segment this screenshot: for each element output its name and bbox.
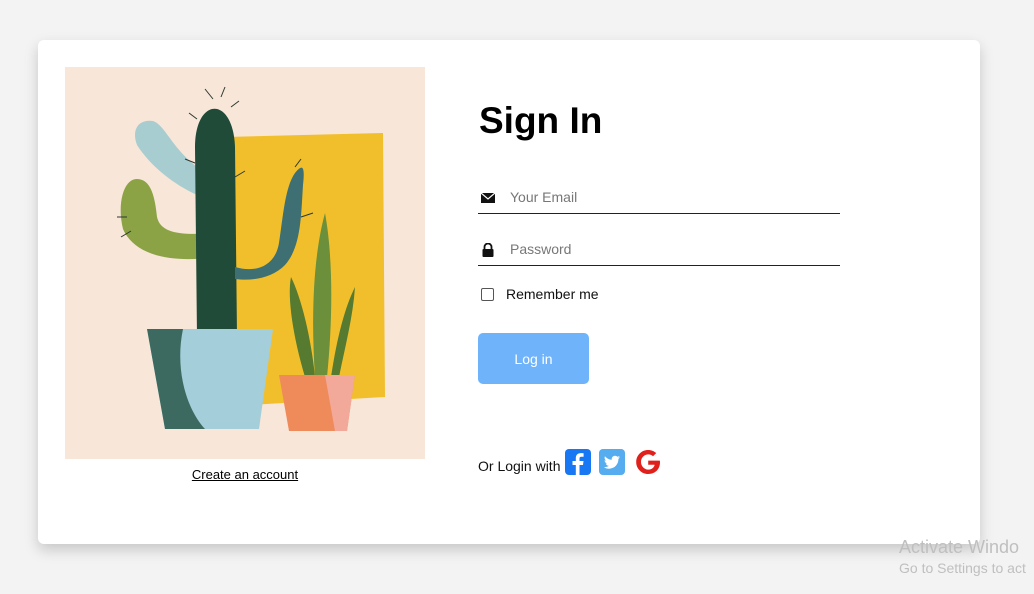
remember-me-label[interactable]: Remember me bbox=[506, 286, 599, 302]
password-field bbox=[478, 233, 840, 266]
cactus-illustration bbox=[65, 67, 425, 459]
lock-icon bbox=[482, 243, 494, 257]
login-button[interactable]: Log in bbox=[478, 333, 589, 384]
envelope-icon bbox=[481, 192, 495, 203]
facebook-icon[interactable] bbox=[565, 449, 592, 475]
create-account-link[interactable]: Create an account bbox=[65, 467, 425, 482]
activate-windows-watermark: Activate Windo Go to Settings to act bbox=[899, 537, 1026, 579]
remember-me-checkbox[interactable] bbox=[481, 287, 494, 301]
social-login-text: Or Login with bbox=[478, 458, 561, 474]
social-login: Or Login with bbox=[478, 445, 671, 479]
page-title: Sign In bbox=[479, 100, 603, 141]
watermark-line-2: Go to Settings to act bbox=[899, 560, 1026, 576]
watermark-line-1: Activate Windo bbox=[899, 537, 1020, 557]
email-field bbox=[478, 181, 840, 214]
twitter-icon[interactable] bbox=[599, 449, 626, 475]
login-card: Create an account Sign In Remember me Lo… bbox=[38, 40, 980, 544]
remember-me: Remember me bbox=[481, 285, 599, 303]
password-input[interactable] bbox=[508, 237, 832, 261]
email-input[interactable] bbox=[508, 185, 832, 209]
google-icon[interactable] bbox=[633, 447, 663, 477]
